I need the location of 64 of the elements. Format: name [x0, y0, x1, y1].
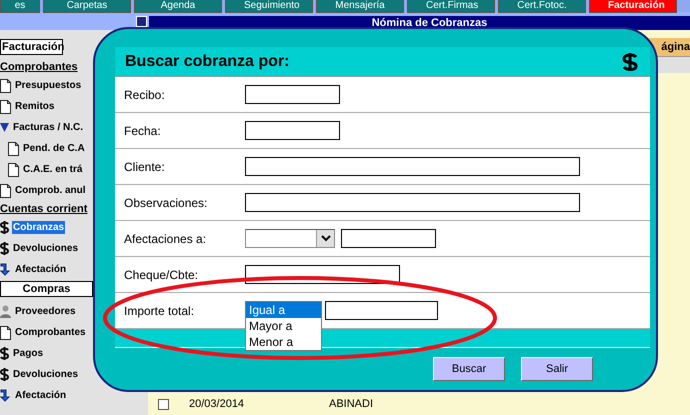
sidebar-item[interactable]: Proveedores: [14, 305, 77, 318]
arrow-icon: [0, 389, 11, 402]
sidebar-item[interactable]: Devoluciones: [12, 242, 80, 255]
sidebar-item[interactable]: Devoluciones: [12, 368, 80, 381]
sidebar-item[interactable]: Afectación: [14, 389, 68, 402]
dropdown-field[interactable]: [245, 229, 335, 248]
menu-tab[interactable]: Seguimiento: [225, 0, 313, 13]
table-cell: ABINADI: [329, 398, 374, 410]
sidebar-item[interactable]: Remitos: [14, 100, 56, 113]
sidebar-item[interactable]: Comprob. anul: [14, 184, 87, 197]
document-icon: [8, 162, 19, 176]
sidebar-item[interactable]: Pagos: [12, 347, 44, 360]
document-icon: [8, 142, 19, 156]
menu-tab[interactable]: Mensajería: [316, 0, 404, 13]
dollar-icon: [0, 221, 9, 234]
document-icon: [0, 184, 11, 198]
input-field[interactable]: [245, 157, 580, 176]
document-icon: [0, 326, 11, 340]
dialog-button[interactable]: Salir: [521, 357, 593, 381]
dropdown-option[interactable]: Mayor a: [246, 318, 321, 334]
column-header: ágina: [661, 41, 690, 53]
sidebar-item[interactable]: Comprobantes: [14, 326, 87, 339]
dollar-icon: [620, 52, 640, 72]
arrow-icon: [0, 263, 11, 276]
field-label: Cheque/Cbte:: [124, 268, 200, 282]
dollar-icon: [0, 368, 9, 381]
sidebar-header: Compras: [0, 281, 93, 297]
dropdown-option[interactable]: Menor a: [246, 334, 321, 350]
input-field[interactable]: [245, 193, 580, 212]
field-label: Fecha:: [124, 124, 162, 138]
input-field[interactable]: [245, 121, 340, 140]
sidebar-item[interactable]: C.A.E. en trá: [22, 163, 84, 176]
menu-tab[interactable]: Cert.Fotoc.: [498, 0, 586, 13]
field-label: Afectaciones a:: [124, 232, 208, 246]
field-label: Observaciones:: [124, 196, 208, 210]
field-label: Recibo:: [124, 88, 166, 102]
dialog-button[interactable]: Buscar: [433, 357, 505, 381]
sidebar-item[interactable]: Afectación: [14, 263, 68, 276]
menu-tab[interactable]: Carpetas: [43, 0, 131, 13]
field-label: Cliente:: [124, 160, 166, 174]
dollar-icon: [0, 242, 9, 255]
menu-tab[interactable]: es: [0, 0, 40, 13]
dollar-icon: [0, 347, 9, 360]
minimize-button[interactable]: [136, 16, 147, 26]
menu-tab[interactable]: Agenda: [134, 0, 222, 13]
caret-icon[interactable]: [316, 230, 334, 247]
sidebar-item[interactable]: Pend. de C.A: [22, 142, 86, 155]
dropdown-option[interactable]: Igual a: [246, 302, 321, 318]
sidebar-item[interactable]: Cobranzas: [12, 221, 66, 234]
document-icon: [0, 78, 11, 92]
menu-tab[interactable]: Facturación: [589, 0, 677, 13]
sidebar-item[interactable]: Facturas / N.C.: [12, 121, 84, 134]
expand-icon[interactable]: [0, 123, 9, 132]
sidebar-item[interactable]: Presupuestos: [14, 79, 82, 92]
input-field[interactable]: [325, 301, 438, 320]
field-label: Importe total:: [124, 304, 196, 318]
document-icon: [0, 100, 11, 114]
input-field[interactable]: [341, 229, 436, 248]
dialog-title: Buscar cobranza por:: [125, 52, 290, 70]
row-checkbox[interactable]: [158, 398, 169, 410]
table-cell-text: 20/03/2014: [189, 398, 246, 410]
input-field[interactable]: [245, 85, 340, 104]
menu-tab[interactable]: Cert.Firmas: [407, 0, 495, 13]
person-icon: [0, 305, 11, 318]
